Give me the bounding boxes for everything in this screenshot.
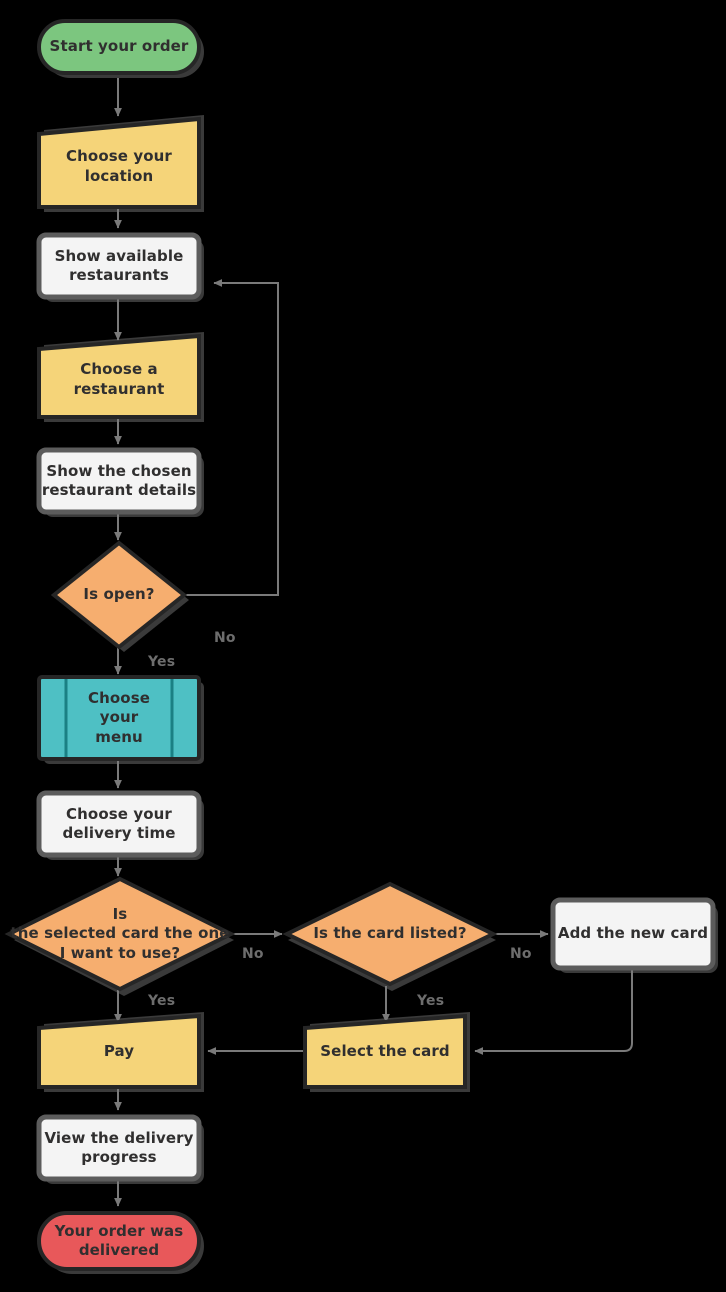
edge-label-cardok-no: No <box>242 946 264 962</box>
edge-label-isopen-no: No <box>214 630 236 646</box>
node-delivery-time-label: Choose your delivery time <box>62 804 176 842</box>
node-start-label: Start your order <box>49 37 189 56</box>
node-view-progress <box>36 1114 202 1182</box>
edge-label-cardlisted-yes: Yes <box>417 993 445 1009</box>
node-select-card-label: Select the card <box>320 1042 450 1061</box>
node-view-progress-label: View the delivery progress <box>44 1128 194 1166</box>
node-choose-location-label: Choose your location <box>66 147 172 185</box>
node-show-restaurants <box>36 232 202 300</box>
node-choose-location <box>37 116 201 209</box>
edge-label-isopen-yes: Yes <box>148 654 176 670</box>
flowchart-graphics <box>4 19 718 1274</box>
edge-addcard-to-selectcard <box>474 967 633 1055</box>
node-delivery-time <box>36 790 202 858</box>
node-pay <box>37 1013 201 1089</box>
node-card-listed-label: Is the card listed? <box>313 924 467 943</box>
node-is-open <box>50 540 188 650</box>
node-choose-menu-label: Choose your menu <box>88 689 150 746</box>
node-is-open-label: Is open? <box>83 585 155 604</box>
node-pay-label: Pay <box>103 1042 135 1061</box>
node-show-details-label: Show the chosen restaurant details <box>41 461 197 499</box>
edge-label-cardlisted-no: No <box>510 946 532 962</box>
node-delivered <box>37 1211 201 1271</box>
node-delivered-label: Your order was delivered <box>54 1221 184 1259</box>
node-show-restaurants-label: Show available restaurants <box>54 246 184 284</box>
node-add-card-label: Add the new card <box>557 924 709 943</box>
node-choose-restaurant <box>37 333 201 419</box>
node-card-listed <box>282 881 498 987</box>
node-card-ok-label: Is the selected card the one I want to u… <box>10 905 230 962</box>
edge-label-cardok-yes: Yes <box>148 993 176 1009</box>
node-choose-menu <box>37 675 201 761</box>
node-select-card <box>303 1013 467 1089</box>
node-choose-restaurant-label: Choose a restaurant <box>73 360 165 398</box>
edge-isopen-no-loop <box>183 279 279 596</box>
flowchart-canvas: Start your order Choose your location Sh… <box>0 0 726 1292</box>
node-show-details <box>36 447 202 515</box>
node-start <box>37 19 201 75</box>
node-card-ok <box>4 876 236 992</box>
node-add-card <box>550 897 716 971</box>
